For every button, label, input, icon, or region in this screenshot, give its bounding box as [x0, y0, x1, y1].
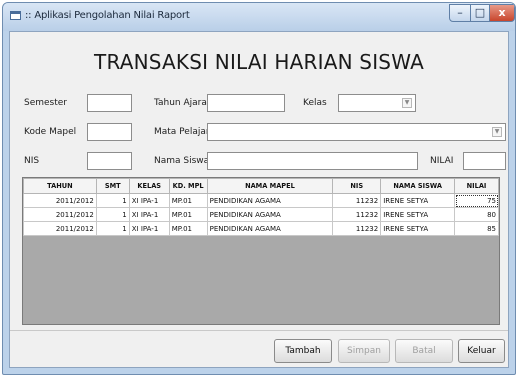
form-client-area: TRANSAKSI NILAI HARIAN SISWA Semester Ta…: [9, 31, 509, 368]
table-row[interactable]: 2011/2012 1 XI IPA-1 MP.01 PENDIDIKAN AG…: [23, 207, 499, 222]
kelas-label: Kelas: [303, 98, 327, 108]
form-heading: TRANSAKSI NILAI HARIAN SISWA: [94, 50, 424, 74]
cell-nilai[interactable]: 85: [454, 221, 499, 236]
nilai-input[interactable]: [463, 152, 506, 170]
grid-header-row: TAHUN SMT KELAS KD. MPL NAMA MAPEL NIS N…: [23, 178, 499, 194]
cell-nis[interactable]: 11232: [332, 193, 382, 208]
cell-kelas[interactable]: XI IPA-1: [128, 207, 170, 222]
cell-kelas[interactable]: XI IPA-1: [128, 193, 170, 208]
divider: [10, 330, 508, 331]
cell-nama-siswa[interactable]: IRENE SETYA: [380, 221, 456, 236]
nis-input[interactable]: [87, 152, 132, 170]
cell-nama-siswa[interactable]: IRENE SETYA: [380, 207, 456, 222]
semester-label: Semester: [24, 98, 68, 108]
column-header-nama-mapel[interactable]: NAMA MAPEL: [206, 178, 334, 194]
title-bar[interactable]: :: Aplikasi Pengolahan Nilai Raport – □ …: [3, 3, 515, 31]
cell-kd-mpl[interactable]: MP.01: [168, 193, 208, 208]
cell-nis[interactable]: 11232: [332, 221, 382, 236]
cell-kd-mpl[interactable]: MP.01: [168, 221, 208, 236]
column-header-kd-mpl[interactable]: KD. MPL: [168, 178, 208, 194]
cell-nilai[interactable]: 80: [454, 207, 499, 222]
minimize-button[interactable]: –: [449, 4, 471, 22]
kode-mapel-label: Kode Mapel: [24, 127, 77, 137]
keluar-button[interactable]: Keluar: [458, 339, 505, 363]
mata-pelajaran-dropdown[interactable]: ▼: [207, 123, 506, 141]
column-header-nilai[interactable]: NILAI: [454, 178, 499, 194]
chevron-down-icon[interactable]: ▼: [402, 98, 412, 108]
column-header-tahun[interactable]: TAHUN: [23, 178, 97, 194]
cell-tahun[interactable]: 2011/2012: [23, 193, 97, 208]
kelas-dropdown[interactable]: ▼: [338, 94, 416, 112]
simpan-button[interactable]: Simpan: [338, 339, 390, 363]
cell-tahun[interactable]: 2011/2012: [23, 207, 97, 222]
cell-smt[interactable]: 1: [95, 193, 130, 208]
window-title: :: Aplikasi Pengolahan Nilai Raport: [25, 10, 190, 21]
column-header-kelas[interactable]: KELAS: [128, 178, 170, 194]
app-window: :: Aplikasi Pengolahan Nilai Raport – □ …: [2, 2, 516, 375]
cell-smt[interactable]: 1: [95, 207, 130, 222]
cell-smt[interactable]: 1: [95, 221, 130, 236]
cell-nama-mapel[interactable]: PENDIDIKAN AGAMA: [206, 207, 334, 222]
tahun-ajaran-input[interactable]: [207, 94, 285, 112]
chevron-down-icon[interactable]: ▼: [492, 127, 502, 137]
batal-button[interactable]: Batal: [395, 339, 453, 363]
semester-input[interactable]: [87, 94, 132, 112]
cell-tahun[interactable]: 2011/2012: [23, 221, 97, 236]
tahun-ajaran-label: Tahun Ajaran: [154, 98, 213, 108]
table-row[interactable]: 2011/2012 1 XI IPA-1 MP.01 PENDIDIKAN AG…: [23, 221, 499, 236]
maximize-button[interactable]: □: [470, 4, 490, 22]
cell-nilai[interactable]: 75: [454, 193, 499, 208]
column-header-smt[interactable]: SMT: [95, 178, 130, 194]
cell-nama-siswa[interactable]: IRENE SETYA: [380, 193, 456, 208]
nama-siswa-label: Nama Siswa: [154, 156, 210, 166]
cell-nis[interactable]: 11232: [332, 207, 382, 222]
nilai-label: NILAI: [430, 156, 454, 166]
tambah-button[interactable]: Tambah: [274, 339, 332, 363]
column-header-nama-siswa[interactable]: NAMA SISWA: [380, 178, 456, 194]
cell-kelas[interactable]: XI IPA-1: [128, 221, 170, 236]
cell-kd-mpl[interactable]: MP.01: [168, 207, 208, 222]
cell-nama-mapel[interactable]: PENDIDIKAN AGAMA: [206, 221, 334, 236]
close-button[interactable]: x: [489, 4, 515, 22]
column-header-nis[interactable]: NIS: [332, 178, 382, 194]
nilai-data-grid[interactable]: TAHUN SMT KELAS KD. MPL NAMA MAPEL NIS N…: [22, 177, 500, 325]
app-window-icon: [10, 11, 21, 20]
kode-mapel-input[interactable]: [87, 123, 132, 141]
nama-siswa-input[interactable]: [207, 152, 418, 170]
nis-label: NIS: [24, 156, 40, 166]
grid-table: TAHUN SMT KELAS KD. MPL NAMA MAPEL NIS N…: [23, 178, 499, 236]
cell-nama-mapel[interactable]: PENDIDIKAN AGAMA: [206, 193, 334, 208]
table-row[interactable]: 2011/2012 1 XI IPA-1 MP.01 PENDIDIKAN AG…: [23, 193, 499, 208]
